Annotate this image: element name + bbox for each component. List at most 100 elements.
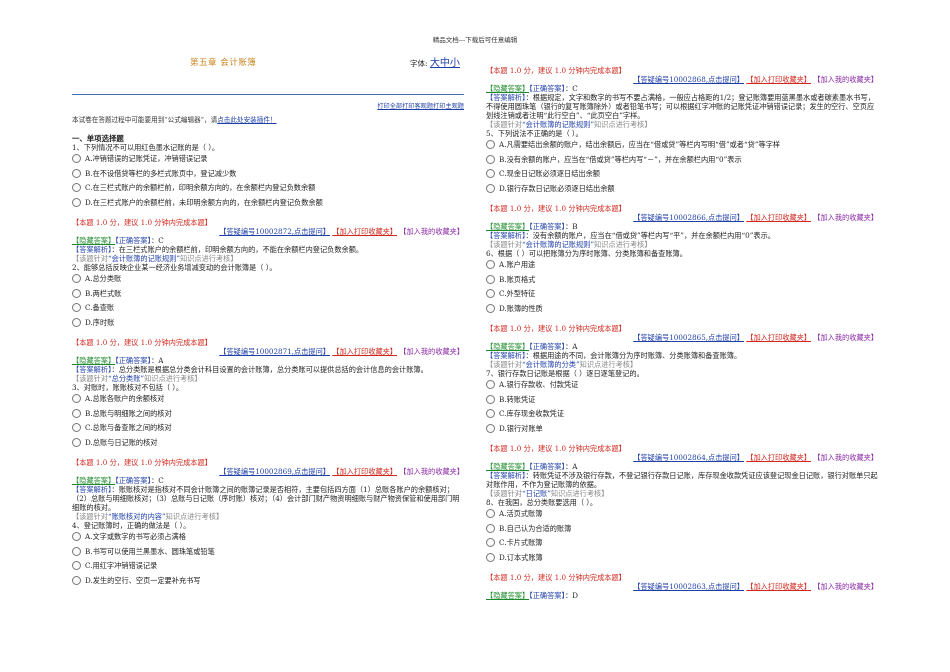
- answer-option[interactable]: D.总账与日记账的核对: [72, 436, 464, 451]
- hide-answer-link[interactable]: 【隐藏答案】: [486, 342, 529, 351]
- answer-option[interactable]: D.订本式账簿: [486, 551, 878, 566]
- radio-button[interactable]: [72, 437, 81, 447]
- radio-button[interactable]: [72, 561, 81, 571]
- answer-option[interactable]: C.卡片式账簿: [486, 536, 878, 551]
- answer-option[interactable]: B.在不设借贷等栏的多栏式账页中，登记减少数: [72, 167, 464, 182]
- answer-option[interactable]: B.总账与明细账之间的核对: [72, 407, 464, 422]
- radio-button[interactable]: [486, 183, 495, 193]
- radio-button[interactable]: [72, 183, 81, 193]
- hide-answer-link[interactable]: 【隐藏答案】: [486, 222, 529, 231]
- radio-button[interactable]: [72, 408, 81, 418]
- answer-option[interactable]: D.在三栏式账户的余额栏前，未印明余额方向的，在余额栏内登记负数余额: [72, 196, 464, 211]
- add-my-favorite-link[interactable]: 【加入我的收藏夹】: [813, 213, 878, 222]
- add-my-favorite-link[interactable]: 【加入我的收藏夹】: [813, 75, 878, 84]
- radio-button[interactable]: [486, 154, 495, 164]
- add-print-favorite-link[interactable]: 【加入打印收藏夹】: [746, 582, 811, 591]
- print-links[interactable]: 打印全部打印客观题打印主观题: [72, 103, 464, 111]
- answer-option[interactable]: C.现金日记账必须逐日结出余额: [486, 167, 878, 182]
- answer-option[interactable]: A.凡需要结出余额的账户，结出余额后，应当在“借或贷”等栏内写明“借”或者“贷”…: [486, 138, 878, 153]
- answer-option[interactable]: A.银行存款收、付款凭证: [486, 378, 878, 393]
- answer-option[interactable]: B.转账凭证: [486, 393, 878, 408]
- answer-option[interactable]: B.两栏式账: [72, 287, 464, 302]
- radio-button[interactable]: [72, 317, 81, 327]
- radio-button[interactable]: [72, 288, 81, 298]
- hide-answer-link[interactable]: 【隐藏答案】: [72, 476, 115, 485]
- answer-option[interactable]: D.账簿的性质: [486, 302, 878, 317]
- answer-option[interactable]: C.外型特征: [486, 287, 878, 302]
- answer-option[interactable]: D.发生的空行、空页一定要补充书写: [72, 574, 464, 589]
- radio-button[interactable]: [486, 274, 495, 284]
- add-print-favorite-link[interactable]: 【加入打印收藏夹】: [746, 213, 811, 222]
- radio-button[interactable]: [72, 154, 81, 164]
- add-print-favorite-link[interactable]: 【加入打印收藏夹】: [332, 347, 397, 356]
- add-my-favorite-link[interactable]: 【加入我的收藏夹】: [813, 453, 878, 462]
- radio-button[interactable]: [486, 538, 495, 547]
- answer-option[interactable]: B.书写可以使用兰黑墨水、圆珠笔或铅笔: [72, 545, 464, 560]
- answer-option[interactable]: A.文字或数字的书写必须占满格: [72, 530, 464, 545]
- answer-option[interactable]: B.账页格式: [486, 273, 878, 288]
- answer-option[interactable]: C.备查账: [72, 301, 464, 316]
- answer-option[interactable]: A.账户用途: [486, 258, 878, 273]
- radio-button[interactable]: [72, 575, 81, 585]
- answer-option[interactable]: C.库存现金收款凭证: [486, 407, 878, 422]
- ask-question-link[interactable]: 【答疑编号10002869,点击提问】: [219, 467, 330, 476]
- answer-option[interactable]: D.序时账: [72, 316, 464, 331]
- answer-option[interactable]: B.没有余额的账户，应当在“借或贷”等栏内写“－”，并在余额栏内用“0”表示: [486, 153, 878, 168]
- hide-answer-link[interactable]: 【隐藏答案】: [486, 591, 529, 600]
- radio-button[interactable]: [486, 140, 495, 149]
- radio-button[interactable]: [72, 546, 81, 556]
- answer-option[interactable]: C.在三栏式账户的余额栏前，印明余额方向的，在余额栏内登记负数余额: [72, 181, 464, 196]
- hide-answer-link[interactable]: 【隐藏答案】: [486, 462, 529, 471]
- radio-button[interactable]: [72, 394, 81, 404]
- radio-button[interactable]: [72, 303, 81, 313]
- radio-button[interactable]: [486, 523, 495, 533]
- font-size-link[interactable]: 大中小: [430, 58, 460, 69]
- answer-option[interactable]: A.总分类账: [72, 272, 464, 287]
- add-my-favorite-link[interactable]: 【加入我的收藏夹】: [399, 227, 464, 236]
- radio-button[interactable]: [486, 169, 495, 178]
- ask-question-link[interactable]: 【答疑编号10002866,点击提问】: [633, 213, 744, 222]
- add-print-favorite-link[interactable]: 【加入打印收藏夹】: [332, 227, 397, 236]
- add-my-favorite-link[interactable]: 【加入我的收藏夹】: [399, 467, 464, 476]
- ask-question-link[interactable]: 【答疑编号10002864,点击提问】: [633, 453, 744, 462]
- radio-button[interactable]: [72, 423, 81, 433]
- hide-answer-link[interactable]: 【隐藏答案】: [72, 356, 115, 365]
- hide-answer-link[interactable]: 【隐藏答案】: [486, 84, 529, 93]
- add-print-favorite-link[interactable]: 【加入打印收藏夹】: [746, 453, 811, 462]
- radio-button[interactable]: [72, 197, 81, 207]
- answer-option[interactable]: B.自己认为合适的账簿: [486, 522, 878, 537]
- add-print-favorite-link[interactable]: 【加入打印收藏夹】: [746, 333, 811, 342]
- ask-question-link[interactable]: 【答疑编号10002863,点击提问】: [633, 582, 744, 591]
- radio-button[interactable]: [486, 394, 495, 404]
- radio-button[interactable]: [486, 289, 495, 298]
- add-print-favorite-link[interactable]: 【加入打印收藏夹】: [332, 467, 397, 476]
- add-my-favorite-link[interactable]: 【加入我的收藏夹】: [813, 333, 878, 342]
- answer-option[interactable]: A.总账各账户的余额核对: [72, 392, 464, 407]
- answer-option[interactable]: D.银行对账单: [486, 422, 878, 437]
- ask-question-link[interactable]: 【答疑编号10002871,点击提问】: [219, 347, 330, 356]
- ask-question-link[interactable]: 【答疑编号10002868,点击提问】: [633, 75, 744, 84]
- add-print-favorite-link[interactable]: 【加入打印收藏夹】: [746, 75, 811, 84]
- radio-button[interactable]: [486, 509, 495, 518]
- radio-button[interactable]: [486, 303, 495, 313]
- ask-question-link[interactable]: 【答疑编号10002865,点击提问】: [633, 333, 744, 342]
- answer-line: 【隐藏答案】【正确答案】：B: [486, 222, 878, 231]
- radio-button[interactable]: [486, 409, 495, 418]
- answer-option[interactable]: D.银行存款日记账必须逐日结出余额: [486, 182, 878, 197]
- add-my-favorite-link[interactable]: 【加入我的收藏夹】: [813, 582, 878, 591]
- radio-button[interactable]: [486, 552, 495, 562]
- ask-question-link[interactable]: 【答疑编号10002872,点击提问】: [219, 227, 330, 236]
- radio-button[interactable]: [486, 260, 495, 269]
- answer-option[interactable]: C.用红字冲销错误记录: [72, 559, 464, 574]
- radio-button[interactable]: [72, 532, 81, 542]
- radio-button[interactable]: [486, 423, 495, 433]
- hide-answer-link[interactable]: 【隐藏答案】: [72, 236, 115, 245]
- radio-button[interactable]: [72, 274, 81, 284]
- answer-option[interactable]: A.冲销错误的记账凭证，冲销错误记录: [72, 152, 464, 167]
- answer-option[interactable]: A.活页式账簿: [486, 507, 878, 522]
- answer-option[interactable]: C.总账与备查账之间的核对: [72, 421, 464, 436]
- install-plugin-link[interactable]: 点击此处安装插件！: [217, 116, 276, 124]
- add-my-favorite-link[interactable]: 【加入我的收藏夹】: [399, 347, 464, 356]
- radio-button[interactable]: [72, 168, 81, 178]
- radio-button[interactable]: [486, 380, 495, 389]
